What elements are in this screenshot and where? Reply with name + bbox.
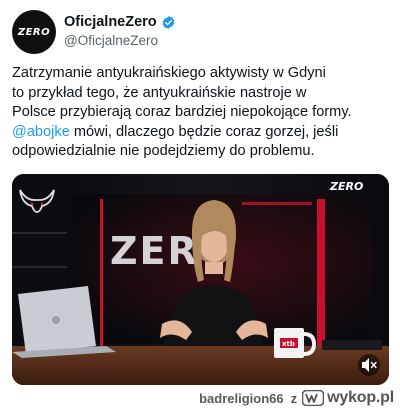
speaker-muted-icon[interactable] xyxy=(358,354,380,376)
mention-link[interactable]: @abojke xyxy=(12,124,70,140)
shelf-line xyxy=(12,266,67,268)
video-frame: ZERO ZERO xtb xyxy=(12,174,389,385)
avatar-logo: ZERO xyxy=(17,26,51,38)
wykop-logo[interactable]: wykop.pl xyxy=(302,389,394,407)
verified-badge-icon xyxy=(162,15,175,29)
post-text-fragment: mówi, dlaczego będzie coraz gorzej, jeśl… xyxy=(69,123,339,140)
author-info: OficjalneZero @OficjalneZero xyxy=(64,14,176,48)
shelf-line xyxy=(12,232,67,234)
mug-brand: xtb xyxy=(282,340,295,348)
post-text-line: @abojke mówi, dlaczego będzie coraz gorz… xyxy=(12,123,392,143)
handle[interactable]: @OficjalneZero xyxy=(64,33,176,48)
display-name-row: OficjalneZero xyxy=(64,14,176,30)
post-text-line: Zatrzymanie antyukraińskiego aktywisty w… xyxy=(12,65,326,81)
set-red-bar xyxy=(242,202,312,205)
footer-username[interactable]: badreligion66 xyxy=(199,391,284,406)
post-text: Zatrzymanie antyukraińskiego aktywisty w… xyxy=(12,64,392,162)
post-header: ZERO OficjalneZero @OficjalneZero xyxy=(12,10,388,54)
footer-brand: wykop.pl xyxy=(327,389,394,406)
channel-watermark: ZERO xyxy=(329,180,363,193)
source-footer: badreligion66 z wykop.pl xyxy=(199,388,394,408)
display-name[interactable]: OficjalneZero xyxy=(64,14,157,30)
post-text-line: to przykład tego, że antyukraińskie nast… xyxy=(12,84,307,101)
video-player[interactable]: ZERO ZERO xtb xyxy=(12,174,389,385)
desk-item xyxy=(322,340,382,350)
set-red-pillar xyxy=(317,199,325,349)
wykop-logo-icon xyxy=(302,390,325,406)
footer-separator: z xyxy=(290,390,298,406)
avatar[interactable]: ZERO xyxy=(12,10,56,54)
set-red-pillar xyxy=(100,199,103,349)
post-text-line: Polsce przybierają coraz bardziej niepok… xyxy=(12,104,352,120)
post-text-line: odpowiedzialnie nie podejdziemy do probl… xyxy=(12,143,315,159)
